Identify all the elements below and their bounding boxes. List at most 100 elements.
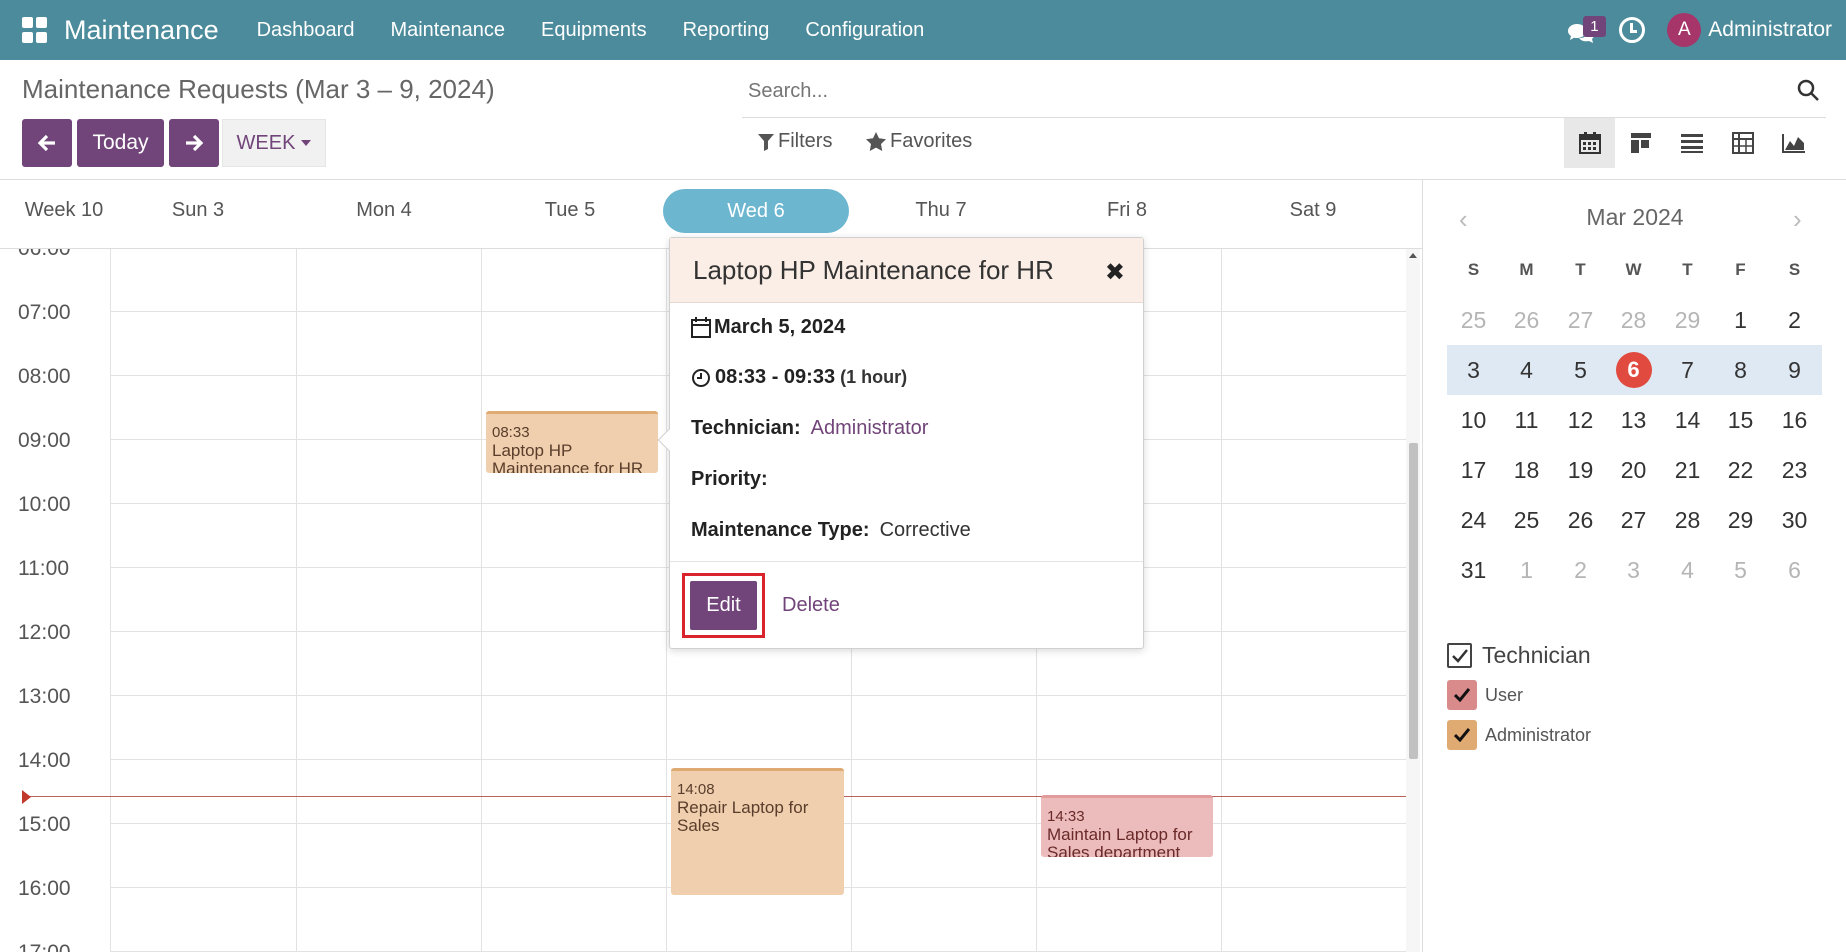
- day-header-mon[interactable]: Mon 4: [311, 190, 457, 230]
- mini-calendar-day[interactable]: 20: [1607, 448, 1660, 492]
- mini-calendar-day[interactable]: 12: [1554, 398, 1607, 442]
- mini-calendar-day[interactable]: 1: [1500, 548, 1553, 592]
- mini-calendar-day[interactable]: 2: [1768, 298, 1821, 342]
- messaging-button[interactable]: 1: [1561, 10, 1606, 50]
- mini-calendar-day[interactable]: 27: [1554, 298, 1607, 342]
- mini-calendar-day[interactable]: 26: [1554, 498, 1607, 542]
- apps-menu-icon[interactable]: [22, 17, 48, 43]
- activity-clock-icon[interactable]: [1619, 17, 1646, 43]
- user-avatar[interactable]: A: [1667, 13, 1702, 47]
- today-button[interactable]: Today: [77, 119, 164, 167]
- mini-calendar-day[interactable]: 16: [1768, 398, 1821, 442]
- graph-view-button[interactable]: [1768, 118, 1819, 168]
- day-header-sat[interactable]: Sat 9: [1240, 190, 1386, 230]
- app-brand[interactable]: Maintenance: [64, 15, 219, 46]
- event-time: 14:08: [677, 781, 715, 798]
- mini-calendar-day[interactable]: 29: [1714, 498, 1767, 542]
- mini-calendar-day[interactable]: 7: [1661, 348, 1714, 392]
- technician-link[interactable]: Administrator: [811, 417, 929, 440]
- favorites-button[interactable]: Favorites: [866, 130, 972, 153]
- mini-calendar-day[interactable]: 1: [1714, 298, 1767, 342]
- mini-calendar-day[interactable]: 19: [1554, 448, 1607, 492]
- popover-title: Laptop HP Maintenance for HR: [693, 254, 1054, 285]
- weekday-label: T: [1682, 260, 1693, 279]
- grid-scrollbar[interactable]: [1406, 249, 1420, 952]
- next-button[interactable]: [169, 119, 219, 167]
- mini-calendar-day[interactable]: 14: [1661, 398, 1714, 442]
- calendar-event[interactable]: 14:33 Maintain Laptop for Sales departme…: [1041, 795, 1213, 857]
- mini-next-month-icon[interactable]: ›: [1793, 204, 1802, 235]
- day-header-fri[interactable]: Fri 8: [1054, 190, 1200, 230]
- calendar-event[interactable]: 14:08 Repair Laptop for Sales: [671, 768, 844, 895]
- menu-configuration[interactable]: Configuration: [787, 19, 942, 42]
- scroll-thumb[interactable]: [1409, 443, 1418, 759]
- filter-item-label: Administrator: [1485, 724, 1592, 745]
- checkbox-checked-icon[interactable]: [1447, 643, 1472, 668]
- mini-calendar-day[interactable]: 25: [1447, 298, 1500, 342]
- mini-calendar-day[interactable]: 17: [1447, 448, 1500, 492]
- close-icon[interactable]: ✖: [1105, 258, 1125, 287]
- menu-maintenance[interactable]: Maintenance: [372, 19, 523, 42]
- mini-calendar-day[interactable]: 18: [1500, 448, 1553, 492]
- mini-calendar-day[interactable]: 27: [1607, 498, 1660, 542]
- mini-calendar-day[interactable]: 22: [1714, 448, 1767, 492]
- mini-calendar-day[interactable]: 4: [1661, 548, 1714, 592]
- kanban-view-button[interactable]: [1615, 118, 1666, 168]
- mini-calendar-day[interactable]: 29: [1661, 298, 1714, 342]
- filters-button[interactable]: Filters: [758, 130, 832, 153]
- mini-calendar-day[interactable]: 31: [1447, 548, 1500, 592]
- mini-calendar-day[interactable]: 15: [1714, 398, 1767, 442]
- mini-calendar-day[interactable]: 10: [1447, 398, 1500, 442]
- mini-calendar-day[interactable]: 6: [1768, 548, 1821, 592]
- mini-calendar-day[interactable]: 5: [1714, 548, 1767, 592]
- menu-equipments[interactable]: Equipments: [523, 19, 665, 42]
- mini-calendar-day[interactable]: 3: [1447, 348, 1500, 392]
- filter-item-user[interactable]: User: [1447, 680, 1523, 710]
- mini-calendar-day[interactable]: 8: [1714, 348, 1767, 392]
- day-header-sun[interactable]: Sun 3: [125, 190, 271, 230]
- mini-calendar-day[interactable]: 25: [1500, 498, 1553, 542]
- delete-button[interactable]: Delete: [782, 594, 840, 617]
- weekday-label: M: [1519, 260, 1534, 279]
- mini-calendar-title: Mar 2024: [1586, 204, 1684, 230]
- mini-calendar-day[interactable]: 13: [1607, 398, 1660, 442]
- checkbox-checked-icon[interactable]: [1447, 680, 1477, 710]
- filter-item-administrator[interactable]: Administrator: [1447, 720, 1591, 750]
- menu-dashboard[interactable]: Dashboard: [239, 19, 373, 42]
- previous-button[interactable]: [22, 119, 72, 167]
- mini-calendar-today[interactable]: 6: [1615, 352, 1652, 388]
- scale-dropdown[interactable]: WEEK: [222, 119, 326, 167]
- user-menu[interactable]: Administrator: [1708, 18, 1832, 42]
- mini-calendar-day[interactable]: 30: [1768, 498, 1821, 542]
- day-header-tue[interactable]: Tue 5: [497, 190, 643, 230]
- search-input[interactable]: [748, 72, 1748, 110]
- mini-calendar-day[interactable]: 4: [1500, 348, 1553, 392]
- calendar-view-button[interactable]: [1564, 118, 1615, 168]
- search-icon[interactable]: [1796, 78, 1820, 102]
- mini-calendar-day[interactable]: 23: [1768, 448, 1821, 492]
- mini-calendar-day[interactable]: 28: [1607, 298, 1660, 342]
- scroll-up-arrow[interactable]: [1409, 253, 1417, 258]
- mini-calendar-day[interactable]: 2: [1554, 548, 1607, 592]
- mini-calendar-day[interactable]: 24: [1447, 498, 1500, 542]
- checkbox-checked-icon[interactable]: [1447, 720, 1477, 750]
- weekday-label: S: [1467, 260, 1480, 279]
- mini-calendar-day[interactable]: 6: [1607, 348, 1660, 392]
- mini-calendar-day[interactable]: 11: [1500, 398, 1553, 442]
- list-view-button[interactable]: [1666, 118, 1717, 168]
- edit-button[interactable]: Edit: [690, 581, 757, 630]
- mini-calendar-day[interactable]: 26: [1500, 298, 1553, 342]
- technician-filter-header[interactable]: Technician: [1447, 642, 1591, 669]
- mini-calendar-day[interactable]: 9: [1768, 348, 1821, 392]
- favorites-label: Favorites: [890, 130, 973, 152]
- mini-calendar-day[interactable]: 3: [1607, 548, 1660, 592]
- mini-calendar-day[interactable]: 28: [1661, 498, 1714, 542]
- day-header-thu[interactable]: Thu 7: [868, 190, 1014, 230]
- calendar-event[interactable]: 08:33 Laptop HP Maintenance for HR: [486, 411, 658, 473]
- mini-calendar-day[interactable]: 5: [1554, 348, 1607, 392]
- priority-label: Priority:: [691, 468, 768, 490]
- day-header-wed-today[interactable]: Wed 6: [663, 189, 849, 233]
- pivot-view-button[interactable]: [1717, 118, 1768, 168]
- mini-calendar-day[interactable]: 21: [1661, 448, 1714, 492]
- menu-reporting[interactable]: Reporting: [665, 19, 788, 42]
